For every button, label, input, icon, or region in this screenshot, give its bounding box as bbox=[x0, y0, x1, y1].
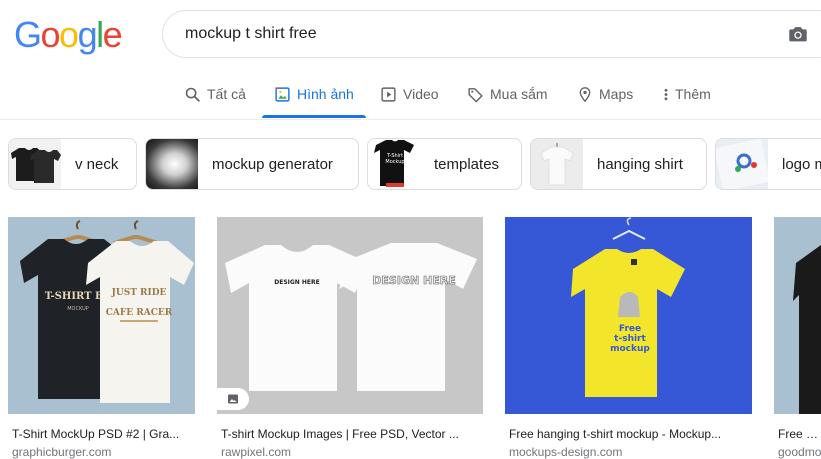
play-icon bbox=[381, 87, 396, 102]
chip-thumbnail bbox=[531, 139, 583, 189]
image-result[interactable]: DESIGN HERE DESIGN HERE T-shirt Mockup I… bbox=[217, 217, 483, 459]
shirt-print-text: DESIGN HERE bbox=[372, 274, 455, 287]
chip-label: v neck bbox=[75, 155, 119, 173]
chip-label: hanging shirt bbox=[597, 155, 683, 173]
shirt-print-text: mockup bbox=[610, 344, 650, 354]
shirt-print-text: DESIGN HERE bbox=[274, 279, 320, 286]
chip-hanging-shirt[interactable]: hanging shirt bbox=[530, 138, 707, 190]
yellow-hanging-tshirt-image: Free t-shirt mockup bbox=[505, 217, 752, 414]
templates-tshirt-image: T-Shirt Mockup bbox=[374, 140, 414, 187]
search-input[interactable] bbox=[185, 11, 745, 57]
logo-shirt-image bbox=[716, 139, 768, 189]
result-source[interactable]: rawpixel.com bbox=[217, 445, 483, 459]
chip-templates[interactable]: T-Shirt Mockup templates bbox=[367, 138, 522, 190]
tab-video[interactable]: Video bbox=[380, 78, 439, 118]
result-image[interactable]: T-SHIRT BA MOCKUP JUST RIDE CAFE RACER bbox=[8, 217, 195, 414]
chip-thumbnail bbox=[9, 139, 61, 189]
black-tshirts-image bbox=[11, 148, 61, 183]
search-icon bbox=[185, 87, 200, 102]
result-source[interactable]: graphicburger.com bbox=[8, 445, 195, 459]
white-tshirts-front-back-image: DESIGN HERE DESIGN HERE bbox=[217, 217, 483, 414]
tag-icon bbox=[468, 88, 483, 103]
tab-label: Hình ảnh bbox=[297, 86, 354, 102]
tab-more[interactable]: Thêm bbox=[660, 78, 711, 118]
chip-logo-mockup[interactable]: logo m bbox=[715, 138, 821, 190]
chip-thumbnail: T-Shirt Mockup bbox=[368, 139, 420, 189]
tab-images[interactable]: Hình ảnh bbox=[274, 78, 354, 118]
result-image[interactable] bbox=[774, 217, 821, 414]
black-tshirt-image bbox=[774, 217, 821, 414]
shirt-print-text: t-shirt bbox=[614, 334, 646, 344]
chip-mockup-generator[interactable]: mockup generator bbox=[145, 138, 359, 190]
tab-label: Maps bbox=[599, 86, 634, 102]
image-icon bbox=[275, 87, 290, 102]
result-image[interactable]: DESIGN HERE DESIGN HERE bbox=[217, 217, 483, 414]
chip-thumbnail bbox=[716, 139, 768, 189]
pin-icon bbox=[579, 87, 591, 103]
shirt-print-text: CAFE RACER bbox=[106, 308, 173, 318]
chip-thumbnail bbox=[146, 139, 198, 189]
logo-letter: G bbox=[14, 14, 42, 55]
shirt-print-text: MOCKUP bbox=[67, 306, 89, 312]
image-result[interactable]: Free t-shirt mockup Free hanging t-shirt… bbox=[505, 217, 752, 459]
tab-label: Tất cả bbox=[207, 86, 246, 102]
tab-all[interactable]: Tất cả bbox=[184, 78, 246, 118]
search-box[interactable] bbox=[162, 10, 821, 58]
more-vert-icon bbox=[664, 88, 668, 101]
result-title[interactable]: Free hanging t-shirt mockup - Mockup... bbox=[505, 427, 752, 441]
chip-v-neck[interactable]: v neck bbox=[8, 138, 137, 190]
active-tab-indicator bbox=[262, 115, 366, 118]
chip-label: mockup generator bbox=[212, 155, 333, 173]
tab-label: Mua sắm bbox=[490, 86, 548, 102]
chip-thumb-text: Mockup bbox=[385, 159, 404, 165]
image-icon bbox=[228, 394, 238, 404]
result-image[interactable]: Free t-shirt mockup bbox=[505, 217, 752, 414]
result-title[interactable]: T-shirt Mockup Images | Free PSD, Vector… bbox=[217, 427, 483, 441]
hanging-tshirt-image bbox=[540, 143, 574, 186]
image-result[interactable]: Free Bla goodmo bbox=[774, 217, 821, 459]
result-source[interactable]: mockups-design.com bbox=[505, 445, 752, 459]
logo-letter: o bbox=[40, 14, 61, 55]
tab-label: Thêm bbox=[675, 86, 711, 102]
logo-letter: g bbox=[77, 14, 98, 55]
two-tshirts-on-hangers-image: T-SHIRT BA MOCKUP JUST RIDE CAFE RACER bbox=[8, 217, 195, 414]
image-badge bbox=[217, 388, 249, 410]
logo-letter: o bbox=[59, 14, 79, 55]
chip-label: templates bbox=[434, 155, 500, 173]
shirt-print-text: JUST RIDE bbox=[111, 288, 167, 298]
chip-label: logo m bbox=[782, 155, 821, 173]
logo-letter: e bbox=[102, 14, 123, 55]
tab-maps[interactable]: Maps bbox=[577, 78, 633, 118]
tab-shopping[interactable]: Mua sắm bbox=[467, 78, 548, 118]
header-divider bbox=[0, 119, 821, 120]
shirt-print-text: Free bbox=[619, 324, 641, 334]
search-tabs: Tất cả Hình ảnh Video Mua sắm Maps Thêm bbox=[0, 78, 821, 120]
image-result[interactable]: T-SHIRT BA MOCKUP JUST RIDE CAFE RACER T… bbox=[8, 217, 195, 459]
result-source[interactable]: goodmo bbox=[774, 445, 821, 459]
camera-icon[interactable] bbox=[787, 23, 809, 45]
result-title[interactable]: T-Shirt MockUp PSD #2 | Gra... bbox=[8, 427, 195, 441]
result-title[interactable]: Free Bla bbox=[774, 427, 821, 441]
google-logo[interactable]: Google bbox=[14, 14, 123, 55]
tab-label: Video bbox=[403, 86, 439, 102]
